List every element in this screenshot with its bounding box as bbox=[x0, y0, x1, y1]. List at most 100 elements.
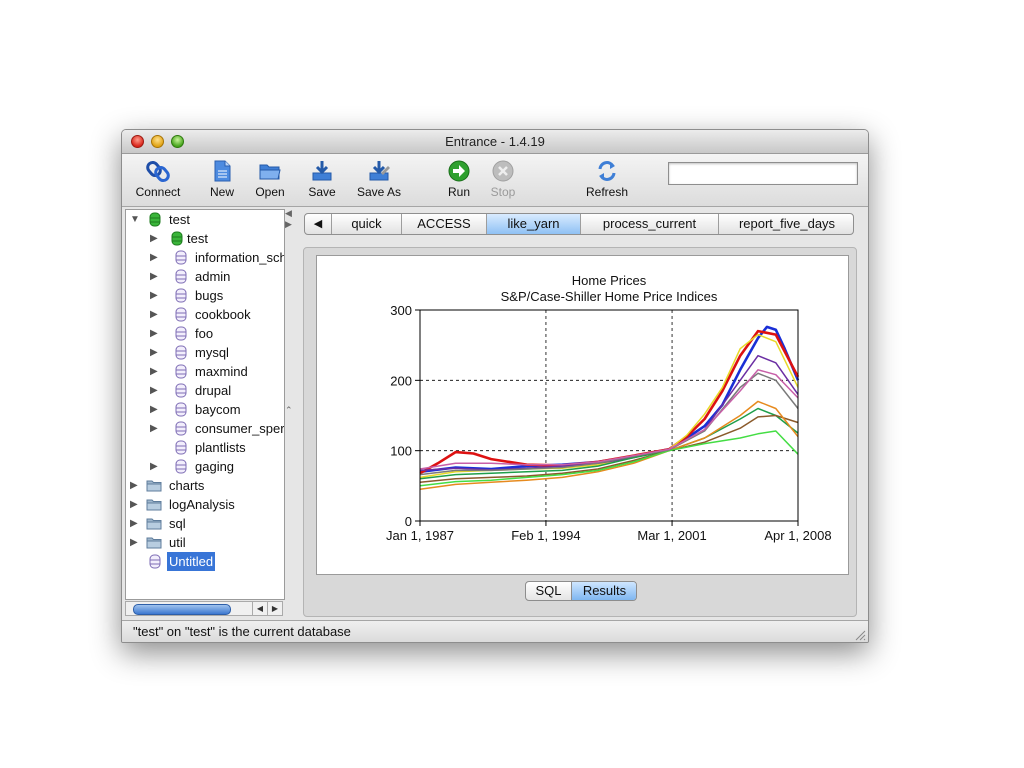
refresh-label: Refresh bbox=[585, 185, 629, 199]
tree-item-test[interactable]: ▶ test bbox=[126, 229, 284, 248]
x-tick-label: Jan 1, 1987 bbox=[386, 528, 454, 543]
resize-grip-icon[interactable] bbox=[854, 629, 866, 641]
tree-item-information-sch[interactable]: ▶ information_sch bbox=[126, 248, 284, 267]
connect-button[interactable]: Connect bbox=[132, 154, 184, 206]
splitter-expand-right-icon[interactable]: ▶ bbox=[285, 219, 292, 230]
tree-folder-label: sql bbox=[169, 516, 186, 531]
collapsed-arrow-icon[interactable]: ▶ bbox=[150, 229, 160, 248]
collapsed-arrow-icon[interactable]: ▶ bbox=[150, 457, 160, 476]
splitter-collapse-left-icon[interactable]: ◀ bbox=[285, 208, 292, 219]
search-input[interactable] bbox=[668, 162, 858, 185]
tree-folder-label: util bbox=[169, 535, 186, 550]
collapsed-arrow-icon[interactable]: ▶ bbox=[150, 381, 160, 400]
save-as-button[interactable]: Save As bbox=[352, 154, 406, 206]
tree-folder-loganalysis[interactable]: ▶ logAnalysis bbox=[126, 495, 284, 514]
tab-report-five-days[interactable]: report_five_days bbox=[718, 214, 853, 234]
app-window: Entrance - 1.4.19 Connect New Open Save … bbox=[121, 129, 869, 643]
tree-folder-label: logAnalysis bbox=[169, 497, 235, 512]
line-chart: Home PricesS&P/Case-Shiller Home Price I… bbox=[386, 273, 832, 543]
new-label: New bbox=[209, 185, 234, 199]
chart-area: Home Prices S&P/Case-Shiller Home Price I… bbox=[316, 255, 849, 575]
tree-folder-charts[interactable]: ▶ charts bbox=[126, 476, 284, 495]
database-purple-icon bbox=[175, 440, 187, 455]
tabs-scroll-left-button[interactable]: ◀ bbox=[305, 214, 331, 234]
tree-root-label: test bbox=[169, 212, 190, 227]
tree-item-untitled[interactable]: Untitled bbox=[126, 552, 284, 571]
save-as-label: Save As bbox=[356, 185, 402, 199]
refresh-icon bbox=[598, 161, 616, 181]
tree-item-plantlists[interactable]: plantlists bbox=[126, 438, 284, 457]
collapsed-arrow-icon[interactable]: ▶ bbox=[150, 400, 160, 419]
tree-item-label: test bbox=[187, 231, 208, 246]
sql-toggle-button[interactable]: SQL bbox=[526, 582, 571, 600]
tree-root-test[interactable]: ▼ test bbox=[126, 210, 284, 229]
database-green-icon bbox=[171, 231, 183, 246]
collapsed-arrow-icon[interactable]: ▶ bbox=[130, 533, 140, 552]
tab-like-yarn[interactable]: like_yarn bbox=[486, 214, 580, 234]
collapsed-arrow-icon[interactable]: ▶ bbox=[130, 514, 140, 533]
title-bar[interactable]: Entrance - 1.4.19 bbox=[122, 130, 868, 154]
tree-item-admin[interactable]: ▶ admin bbox=[126, 267, 284, 286]
tree-folder-util[interactable]: ▶ util bbox=[126, 533, 284, 552]
collapsed-arrow-icon[interactable]: ▶ bbox=[150, 324, 160, 343]
stop-button[interactable]: Stop bbox=[485, 154, 521, 206]
expanded-arrow-icon[interactable]: ▼ bbox=[130, 210, 140, 229]
collapsed-arrow-icon[interactable]: ▶ bbox=[150, 419, 160, 438]
database-purple-icon bbox=[175, 345, 187, 360]
scroll-left-button[interactable]: ◀ bbox=[252, 602, 267, 615]
database-purple-icon bbox=[175, 288, 187, 303]
splitter-grip-icon[interactable]: ⌃ bbox=[285, 405, 293, 416]
tree-item-drupal[interactable]: ▶ drupal bbox=[126, 381, 284, 400]
tree-item-maxmind[interactable]: ▶ maxmind bbox=[126, 362, 284, 381]
save-button[interactable]: Save bbox=[302, 154, 342, 206]
run-arrow-icon bbox=[448, 160, 470, 182]
tree-item-mysql[interactable]: ▶ mysql bbox=[126, 343, 284, 362]
collapsed-arrow-icon[interactable]: ▶ bbox=[130, 476, 140, 495]
tree-item-baycom[interactable]: ▶ baycom bbox=[126, 400, 284, 419]
collapsed-arrow-icon[interactable]: ▶ bbox=[150, 305, 160, 324]
tab-access[interactable]: ACCESS bbox=[401, 214, 486, 234]
new-document-icon bbox=[214, 160, 231, 182]
database-tree[interactable]: ▼ test ▶ test ▶ information_sch ▶ admin ▶ bugs ▶… bbox=[125, 209, 285, 600]
collapsed-arrow-icon[interactable]: ▶ bbox=[150, 362, 160, 381]
connect-label: Connect bbox=[135, 185, 181, 199]
tree-item-label: admin bbox=[195, 269, 231, 284]
status-bar: "test" on "test" is the current database bbox=[122, 620, 868, 642]
collapsed-arrow-icon[interactable]: ▶ bbox=[130, 495, 140, 514]
results-toggle-button[interactable]: Results bbox=[571, 582, 636, 600]
tree-folder-sql[interactable]: ▶ sql bbox=[126, 514, 284, 533]
tree-item-label: maxmind bbox=[195, 364, 248, 379]
scroll-right-button[interactable]: ▶ bbox=[267, 602, 282, 615]
database-purple-icon bbox=[175, 383, 187, 398]
open-button[interactable]: Open bbox=[250, 154, 290, 206]
tree-item-label: drupal bbox=[195, 383, 232, 398]
tree-item-label: mysql bbox=[195, 345, 229, 360]
new-button[interactable]: New bbox=[204, 154, 240, 206]
collapsed-arrow-icon[interactable]: ▶ bbox=[150, 267, 160, 286]
tree-item-consumer-sper[interactable]: ▶ consumer_sper bbox=[126, 419, 284, 438]
database-purple-icon bbox=[175, 364, 187, 379]
y-tick-label: 0 bbox=[405, 514, 412, 529]
tree-item-label: plantlists bbox=[195, 440, 246, 455]
tree-item-cookbook[interactable]: ▶ cookbook bbox=[126, 305, 284, 324]
tab-quick[interactable]: quick bbox=[331, 214, 401, 234]
refresh-button[interactable]: Refresh bbox=[584, 154, 630, 206]
folder-icon bbox=[146, 537, 162, 549]
tab-process-current[interactable]: process_current bbox=[580, 214, 718, 234]
collapsed-arrow-icon[interactable]: ▶ bbox=[150, 248, 160, 267]
run-button[interactable]: Run bbox=[441, 154, 477, 206]
toolbar: Connect New Open Save Save As Run Stop R… bbox=[122, 154, 868, 207]
database-purple-icon bbox=[175, 250, 187, 265]
chain-link-icon bbox=[146, 160, 170, 183]
tree-item-gaging[interactable]: ▶ gaging bbox=[126, 457, 284, 476]
collapsed-arrow-icon[interactable]: ▶ bbox=[150, 343, 160, 362]
series-line bbox=[419, 414, 799, 484]
tree-item-bugs[interactable]: ▶ bugs bbox=[126, 286, 284, 305]
tree-item-foo[interactable]: ▶ foo bbox=[126, 324, 284, 343]
tree-item-label: gaging bbox=[195, 459, 235, 474]
x-tick-label: Mar 1, 2001 bbox=[637, 528, 706, 543]
save-label: Save bbox=[308, 185, 336, 199]
collapsed-arrow-icon[interactable]: ▶ bbox=[150, 286, 160, 305]
scrollbar-thumb[interactable] bbox=[133, 604, 231, 615]
tree-horizontal-scrollbar[interactable]: ◀ ▶ bbox=[125, 601, 283, 616]
